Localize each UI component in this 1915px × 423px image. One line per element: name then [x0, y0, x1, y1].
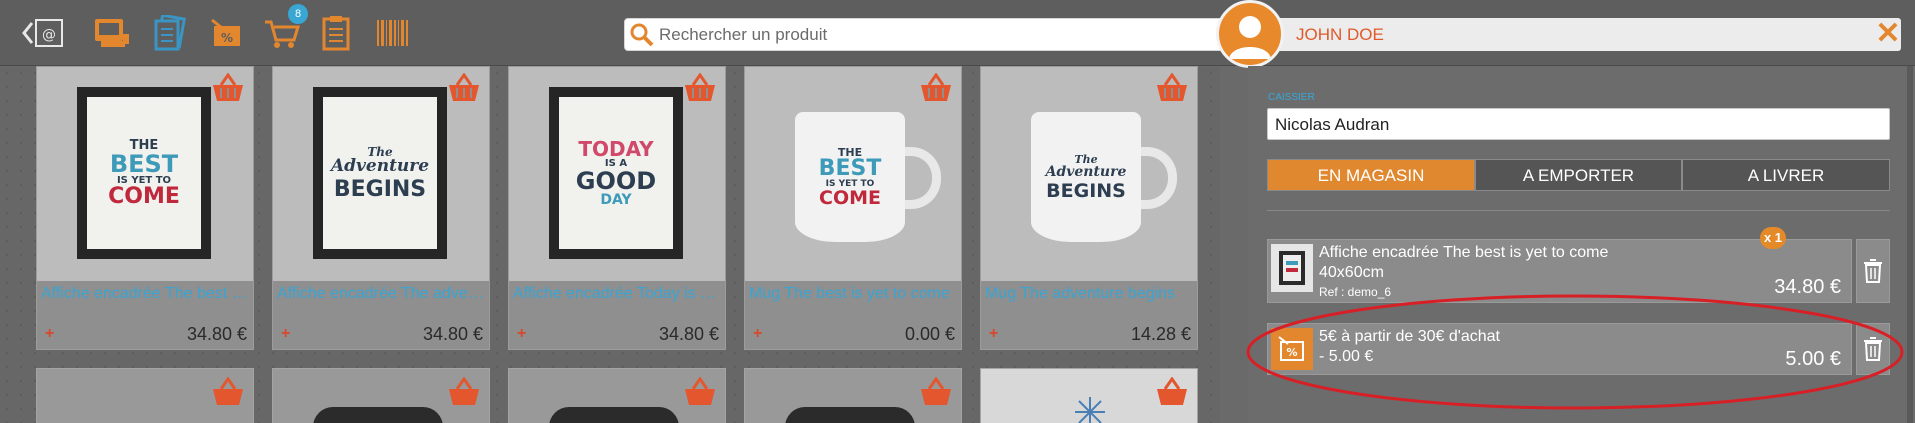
- snowflake-icon: [1073, 395, 1107, 423]
- search-bar: [624, 18, 1224, 51]
- product-name[interactable]: Mug The adventure begins: [985, 285, 1193, 303]
- poster-text: TODAY: [578, 137, 654, 161]
- item-variant: 40x60cm: [1319, 264, 1384, 281]
- barcode-icon[interactable]: [372, 14, 412, 52]
- poster-frame: The Adventure BEGINS: [313, 87, 447, 259]
- product-card[interactable]: THE BEST IS YET TO COME Mug The best is …: [744, 66, 962, 350]
- mug-text: BEGINS: [1046, 179, 1126, 202]
- add-button[interactable]: +: [989, 325, 998, 343]
- mug: The Adventure BEGINS: [1031, 112, 1141, 242]
- add-to-cart-basket-icon[interactable]: [919, 72, 953, 108]
- product-price: 34.80 €: [422, 324, 483, 344]
- product-name[interactable]: Mug The best is yet to come: [749, 285, 957, 303]
- add-to-cart-basket-icon[interactable]: [683, 376, 717, 412]
- poster-text: BEGINS: [333, 176, 427, 202]
- product-card[interactable]: The Adventure BEGINS Mug The adventure b…: [980, 66, 1198, 350]
- product-card[interactable]: [508, 368, 726, 423]
- mug-text: COME: [819, 186, 881, 209]
- poster-frame: TODAY IS A GOOD DAY: [549, 87, 683, 259]
- panel-scrollbar[interactable]: [1907, 66, 1913, 423]
- product-grid: THE BEST IS YET TO COME Affiche encadrée…: [0, 66, 1220, 423]
- product-card[interactable]: [36, 368, 254, 423]
- cushion-image: [549, 407, 679, 423]
- cushion-image: [313, 407, 443, 423]
- product-card[interactable]: The Adventure BEGINS Affiche encadrée Th…: [272, 66, 490, 350]
- product-card[interactable]: THE BEST IS YET TO COME Affiche encadrée…: [36, 66, 254, 350]
- back-catalog-icon[interactable]: @: [22, 14, 68, 52]
- add-to-cart-basket-icon[interactable]: [447, 376, 481, 412]
- svg-text:%: %: [221, 31, 233, 45]
- product-price: 0.00 €: [904, 324, 955, 344]
- mug-text: Adventure: [1045, 163, 1127, 180]
- mug: THE BEST IS YET TO COME: [795, 112, 905, 242]
- poster-text: BEST: [109, 149, 179, 178]
- poster-text: DAY: [600, 192, 632, 208]
- user-name: JOHN DOE: [1296, 25, 1384, 44]
- close-icon[interactable]: ✕: [1874, 19, 1902, 49]
- product-price: 34.80 €: [186, 324, 247, 344]
- register-icon[interactable]: [92, 14, 132, 52]
- poster-text: GOOD: [575, 167, 657, 195]
- cushion-image: [785, 407, 915, 423]
- cart-count-badge: 8: [288, 4, 308, 24]
- mode-tab-en-magasin[interactable]: EN MAGASIN: [1267, 159, 1475, 191]
- add-to-cart-basket-icon[interactable]: [1155, 376, 1189, 412]
- mug-text: The: [1074, 152, 1098, 166]
- add-button[interactable]: +: [281, 325, 290, 343]
- add-button[interactable]: +: [753, 325, 762, 343]
- add-to-cart-basket-icon[interactable]: [919, 376, 953, 412]
- add-to-cart-basket-icon[interactable]: [447, 72, 481, 108]
- orders-icon[interactable]: [318, 14, 354, 52]
- cashier-field[interactable]: Nicolas Audran: [1267, 108, 1890, 140]
- item-thumbnail: [1271, 244, 1313, 292]
- highlight-annotation-ellipse: [1246, 294, 1904, 410]
- trash-icon: [1864, 259, 1882, 283]
- product-price: 34.80 €: [658, 324, 719, 344]
- add-to-cart-basket-icon[interactable]: [1155, 72, 1189, 108]
- add-to-cart-basket-icon[interactable]: [211, 72, 245, 108]
- discount-icon[interactable]: %: [206, 14, 246, 52]
- product-price: 14.28 €: [1130, 324, 1191, 344]
- poster-frame: THE BEST IS YET TO COME: [77, 87, 211, 259]
- divider: [1267, 210, 1890, 211]
- item-title: Affiche encadrée The best is yet to come: [1319, 244, 1609, 261]
- cashier-label: CAISSIER: [1268, 92, 1315, 103]
- add-button[interactable]: +: [517, 325, 526, 343]
- add-button[interactable]: +: [45, 325, 54, 343]
- mode-tab-a-emporter[interactable]: A EMPORTER: [1475, 159, 1682, 191]
- avatar[interactable]: [1216, 0, 1284, 68]
- search-icon[interactable]: [625, 18, 659, 51]
- product-name[interactable]: Affiche encadrée The best is yet to come: [41, 285, 249, 303]
- catalog-icon[interactable]: [150, 14, 190, 52]
- product-card[interactable]: [272, 368, 490, 423]
- product-name[interactable]: Affiche encadrée The adventure begins: [277, 285, 485, 303]
- product-card[interactable]: [744, 368, 962, 423]
- poster-text: COME: [108, 183, 180, 209]
- search-input[interactable]: [659, 24, 1223, 45]
- product-card[interactable]: [980, 368, 1198, 423]
- product-name[interactable]: Affiche encadrée Today is a good day: [513, 285, 721, 303]
- mug-text: BEST: [818, 155, 882, 181]
- mode-tab-a-livrer[interactable]: A LIVRER: [1682, 159, 1890, 191]
- product-card[interactable]: TODAY IS A GOOD DAY Affiche encadrée Tod…: [508, 66, 726, 350]
- add-to-cart-basket-icon[interactable]: [683, 72, 717, 108]
- quantity-badge[interactable]: x 1: [1760, 227, 1786, 249]
- svg-text:@: @: [42, 27, 56, 43]
- add-to-cart-basket-icon[interactable]: [211, 376, 245, 412]
- poster-text: Adventure: [330, 155, 430, 176]
- cart-icon[interactable]: 8: [262, 4, 308, 52]
